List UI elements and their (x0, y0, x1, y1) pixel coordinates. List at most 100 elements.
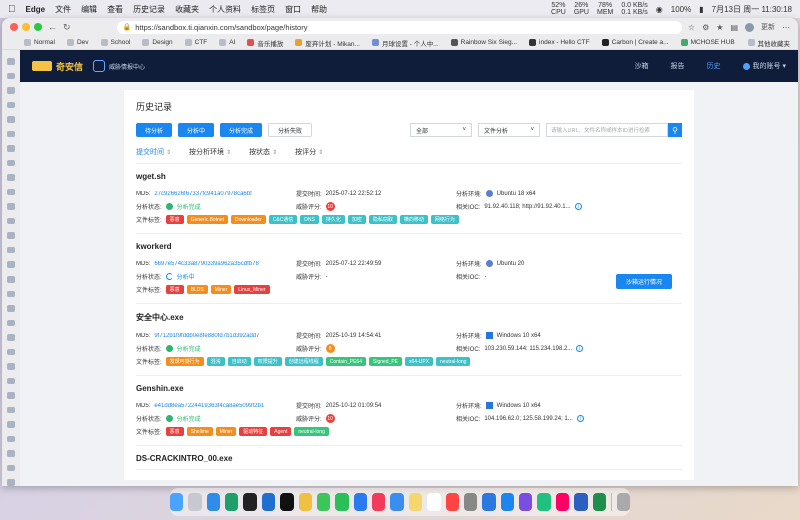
more-icon[interactable]: ⋯ (782, 23, 790, 32)
bookmark-item[interactable]: AI (219, 39, 235, 46)
sidebar-tab-icon[interactable] (7, 188, 15, 196)
sidebar-tab-icon[interactable] (7, 319, 15, 327)
bookmark-item[interactable]: Dev (66, 39, 89, 46)
bookmark-item[interactable]: MCHOSE HUB (680, 39, 735, 46)
reminders-icon[interactable] (427, 493, 441, 511)
back-arrow-icon[interactable]: ← (48, 22, 57, 32)
record-name[interactable]: 安全中心.exe (136, 312, 682, 323)
sidebar-tab-icon[interactable] (7, 217, 15, 225)
record-name[interactable]: Genshin.exe (136, 384, 682, 393)
info-icon[interactable]: i (576, 415, 584, 422)
qq-icon[interactable] (353, 493, 368, 511)
sort-status[interactable]: 按状态 ⇕ (249, 147, 277, 157)
menubar-item-history[interactable]: 历史记录 (133, 4, 165, 15)
sidebar-tab-icon[interactable] (7, 363, 15, 370)
app-store-icon[interactable] (500, 493, 515, 511)
md5-link[interactable]: 27c926626f67337fc941a07978ca6bf (154, 191, 251, 197)
pycharm-icon[interactable] (537, 493, 551, 511)
sidebar-tab-icon[interactable] (7, 72, 15, 80)
nav-sandbox[interactable]: 沙箱 (635, 61, 649, 71)
nav-history[interactable]: 历史 (707, 61, 721, 71)
sidebar-tab-icon[interactable] (7, 246, 15, 254)
record-card[interactable]: 安全中心.exe MD5: 9f712b1f9fddb0e8fe880fd7b1d… (136, 304, 682, 376)
sidebar-tab-icon[interactable] (7, 464, 15, 472)
brand-logo[interactable]: 奇安信 (32, 60, 83, 73)
filter-pending-button[interactable]: 待分析 (136, 123, 173, 137)
search-input[interactable]: 请输入URL、文件名称或样本ID进行检索 (546, 123, 668, 137)
sidebar-tab-icon[interactable] (7, 261, 15, 268)
record-card[interactable]: wget.sh MD5: 27c926626f67337fc941a07978ca… (136, 164, 682, 234)
sidebar-tab-icon[interactable] (7, 130, 15, 138)
sidebar-tab-icon[interactable] (7, 232, 15, 239)
sidebar-tab-icon[interactable] (7, 392, 15, 399)
filter-analyzing-button[interactable]: 分析中 (178, 123, 215, 137)
mail-icon[interactable] (390, 493, 404, 511)
figma-icon[interactable] (555, 493, 570, 511)
music-icon[interactable] (372, 493, 386, 511)
apple-icon[interactable]:  (8, 4, 16, 15)
vs-icon[interactable] (519, 493, 533, 511)
sort-score[interactable]: 按评分 ⇕ (295, 147, 323, 157)
address-bar[interactable]: 🔒 https://sandbox.ti.qianxin.com/sandbox… (116, 20, 682, 34)
md5-link[interactable]: 6697e574c33a8790339a962a35cdfb78 (154, 261, 258, 267)
record-card[interactable]: kworkerd MD5: 6697e574c33a8790339a962a35c… (136, 234, 682, 304)
sidebar-tab-icon[interactable] (7, 145, 15, 152)
scope-select[interactable]: 全部 ˅ (410, 123, 472, 137)
search-button[interactable]: ⚲ (668, 123, 682, 137)
sidebar-tab-icon[interactable] (7, 101, 15, 109)
word-icon[interactable] (574, 493, 588, 511)
sidebar-tab-icon[interactable] (7, 435, 15, 443)
md5-link[interactable]: e41dd8ea57224419363f4ca8ae5099f2b1 (154, 403, 264, 409)
info-icon[interactable]: i (576, 345, 584, 352)
refresh-icon[interactable]: ↻ (63, 22, 71, 33)
profile-avatar[interactable] (745, 22, 754, 32)
star-icon[interactable]: ☆ (688, 23, 695, 32)
menubar-item-view[interactable]: 查看 (107, 4, 123, 15)
close-window-button[interactable] (10, 23, 18, 31)
sidebar-tab-icon[interactable] (7, 334, 15, 341)
bookmark-item[interactable]: 月球设置 - 个人中... (371, 38, 439, 48)
record-name[interactable]: DS-CRACKINTRO_00.exe (136, 454, 682, 463)
sort-env[interactable]: 按分析环境 ⇕ (189, 147, 231, 157)
bookmark-item[interactable]: School (100, 39, 130, 46)
nav-account[interactable]: 我的账号 ▾ (742, 61, 786, 71)
sidebar-tab-icon[interactable] (7, 450, 15, 457)
bookmark-item[interactable]: Normal (24, 39, 55, 46)
vscode-icon[interactable] (261, 493, 276, 511)
filter-failed-button[interactable]: 分析失败 (268, 123, 313, 137)
sidebar-tab-icon[interactable] (7, 421, 15, 428)
menubar-item-help[interactable]: 帮助 (311, 4, 327, 15)
favorites-icon[interactable]: ★ (716, 23, 723, 32)
xcode-icon[interactable] (482, 493, 496, 511)
notes-icon[interactable] (408, 493, 423, 511)
info-icon[interactable]: i (574, 203, 582, 210)
battery-level[interactable]: 100% (671, 5, 691, 14)
sort-submit-time[interactable]: 提交时间 ⇕ (136, 147, 171, 157)
sidebar-tab-icon[interactable] (7, 116, 15, 123)
minimize-window-button[interactable] (22, 23, 30, 31)
wechat-icon[interactable] (335, 493, 349, 511)
sidebar-tab-icon[interactable] (7, 174, 15, 181)
calendar-icon[interactable] (445, 493, 459, 511)
sidebar-tab-icon[interactable] (7, 377, 15, 385)
record-name[interactable]: kworkerd (136, 242, 682, 251)
terminal-icon[interactable] (243, 493, 257, 511)
excel-icon[interactable] (592, 493, 606, 511)
maximize-window-button[interactable] (34, 23, 42, 31)
sidebar-tab-icon[interactable] (7, 159, 15, 167)
record-card[interactable]: Genshin.exe MD5: e41dd8ea57224419363f4ca8… (136, 376, 682, 446)
safari-icon[interactable] (206, 493, 221, 511)
menubar-item-tabs[interactable]: 标签页 (251, 4, 275, 15)
sub-brand[interactable]: 威胁情报中心 (93, 60, 145, 72)
edge-icon[interactable] (225, 493, 239, 511)
menubar-item-window[interactable]: 窗口 (285, 4, 301, 15)
datetime[interactable]: 7月13日 周一 11:30:18 (712, 4, 792, 15)
battery-icon[interactable]: ▮ (699, 5, 703, 14)
menubar-app-name[interactable]: Edge (26, 5, 46, 14)
sidebar-tab-icon[interactable] (7, 87, 15, 94)
menubar-item-favorites[interactable]: 收藏夹 (175, 4, 199, 15)
menubar-item-profile[interactable]: 个人资料 (209, 4, 241, 15)
menubar-item-file[interactable]: 文件 (55, 4, 71, 15)
bookmark-item[interactable]: 音乐播放 (247, 38, 283, 48)
trash-icon[interactable] (616, 493, 631, 511)
